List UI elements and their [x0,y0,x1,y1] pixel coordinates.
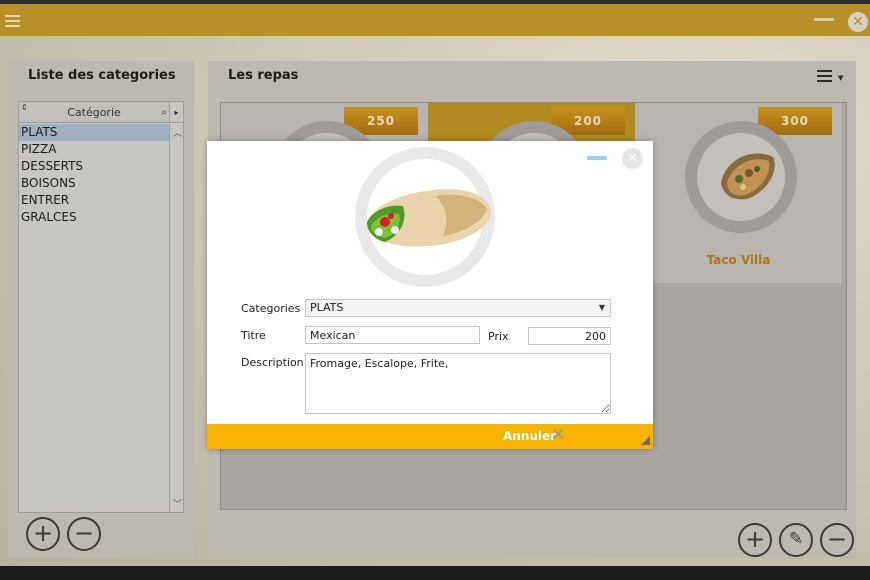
sort-icon: ⇕ [21,103,28,112]
categories-list-items: PLATS PIZZA DESSERTS BOISONS ENTRER GRAL… [19,124,169,226]
list-item[interactable]: PIZZA [19,141,169,158]
wrap-sandwich-image [366,188,492,247]
remove-category-button[interactable]: − [67,517,101,551]
scroll-down-icon[interactable]: ﹀ [173,497,182,510]
meals-panel-title: Les repas [228,68,299,83]
prix-input[interactable] [528,327,611,345]
vertical-scrollbar[interactable]: ︿ ﹀ [169,124,183,512]
categories-panel-title: Liste des categories [28,68,176,83]
category-select-value: PLATS [310,301,344,314]
list-item[interactable]: PLATS [19,124,169,141]
remove-meal-button[interactable]: − [820,523,854,557]
title-bar: ✕ [0,4,870,36]
minimize-icon[interactable] [814,18,834,21]
categories-panel: Liste des categories ⇕ Catégorie ⌕ ▸ PLA… [8,61,194,558]
meal-card[interactable]: 300 Taco Villa [635,103,842,283]
column-menu-arrow-icon[interactable]: ▸ [169,102,183,123]
list-item[interactable]: BOISONS [19,175,169,192]
list-item[interactable]: DESSERTS [19,158,169,175]
prix-label: Prix [488,330,509,343]
taco-image [721,153,775,200]
column-header-categorie[interactable]: ⇕ Catégorie ⌕ [19,102,169,123]
cancel-button[interactable]: Annuler [503,429,556,443]
add-category-button[interactable]: + [26,517,60,551]
categories-list[interactable]: ⇕ Catégorie ⌕ ▸ PLATS PIZZA DESSERTS BOI… [18,101,184,513]
menu-dropdown-icon[interactable]: ▼ [817,70,843,84]
meal-name: Taco Villa [706,253,771,267]
categories-label: Categories [241,302,301,315]
description-textarea[interactable]: Fromage, Escalope, Frite, [305,353,611,414]
dialog-footer: Annuler ✕ [207,424,653,449]
titre-label: Titre [241,329,266,342]
dialog-minimize-icon[interactable] [587,156,607,160]
close-circle-icon[interactable]: ✕ [848,12,868,32]
scroll-up-icon[interactable]: ︿ [173,126,182,139]
meal-edit-dialog: ✕ Categories PLATS ▼ Titre Prix Descript… [207,141,653,449]
category-select[interactable]: PLATS ▼ [305,299,611,317]
cancel-x-icon[interactable]: ✕ [551,425,565,445]
meal-plate-image [685,121,797,233]
search-icon[interactable]: ⌕ [161,102,167,123]
edit-meal-button[interactable]: ✎ [779,523,813,557]
bottom-strip [0,566,870,580]
list-item[interactable]: GRALCES [19,209,169,226]
hamburger-icon[interactable] [5,15,20,27]
column-header-label: Catégorie [67,106,121,119]
add-meal-button[interactable]: + [738,523,772,557]
dropdown-arrow-icon[interactable]: ▼ [599,300,605,316]
dialog-close-icon[interactable]: ✕ [622,148,643,169]
description-label: Description [241,356,304,369]
titre-input[interactable] [305,326,480,344]
resize-grip-icon[interactable] [641,436,650,445]
list-item[interactable]: ENTRER [19,192,169,209]
